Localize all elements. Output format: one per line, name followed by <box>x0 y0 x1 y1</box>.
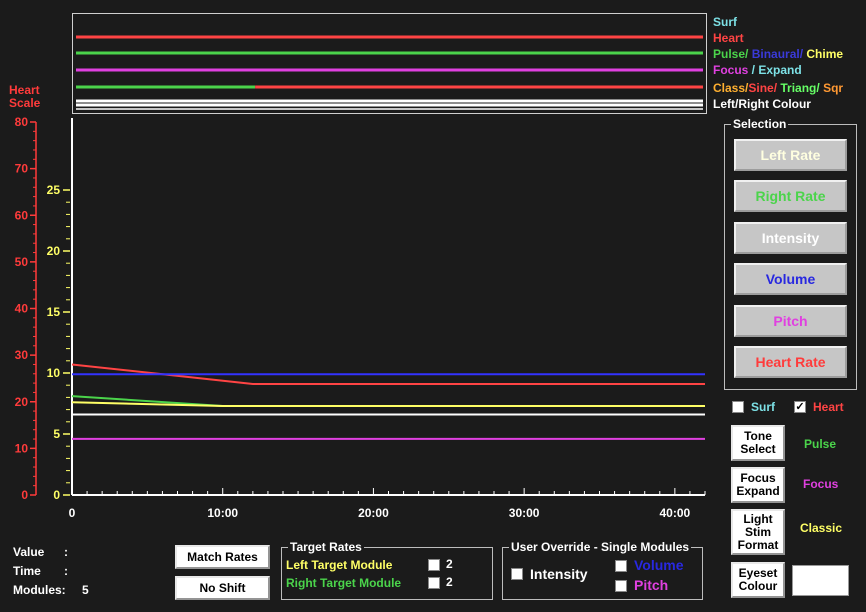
focus-expand-button[interactable]: Focus Expand <box>731 467 785 503</box>
pitch-label: Pitch <box>634 577 669 593</box>
right-target-label: Right Target Module <box>286 576 402 590</box>
selection-button[interactable]: Volume <box>734 263 847 295</box>
selection-button[interactable]: Pitch <box>734 305 847 337</box>
match-rates-button[interactable]: Match Rates <box>175 545 270 569</box>
heart-tick-label: 10 <box>15 441 29 455</box>
surf-checkbox[interactable] <box>732 401 744 413</box>
legend-item: Focus / Expand <box>713 63 802 77</box>
x-tick-label: 20:00 <box>358 506 389 520</box>
volume-label: Volume <box>634 557 684 573</box>
legend-item: Class/Sine/ Triang/ Sqr <box>713 81 843 95</box>
legend-item-part: Sine/ <box>748 81 781 95</box>
right-target-checkbox[interactable] <box>428 577 440 589</box>
target-rates-group <box>281 547 493 600</box>
x-tick-label: 0 <box>69 506 76 520</box>
heart-tick-label: 30 <box>15 348 29 362</box>
modules-value: 5 <box>82 583 89 597</box>
y-tick-label: 5 <box>53 427 60 441</box>
legend-item-part: Class/ <box>713 81 749 95</box>
selection-title: Selection <box>731 117 789 131</box>
surf-label: Surf <box>751 400 775 414</box>
left-target-num: 2 <box>446 557 453 571</box>
focus-value: Focus <box>803 477 839 491</box>
heart-scale-title: Heart Scale <box>9 83 41 110</box>
heart-label: Heart <box>813 400 844 414</box>
y-tick-label: 20 <box>47 244 61 258</box>
heart-tick-label: 50 <box>15 255 29 269</box>
intensity-label: Intensity <box>530 566 588 582</box>
time-label: Time <box>13 564 41 578</box>
left-target-checkbox[interactable] <box>428 559 440 571</box>
heart-tick-label: 80 <box>15 115 29 129</box>
light-stim-format-button[interactable]: Light Stim Format <box>731 509 785 555</box>
target-rates-title: Target Rates <box>288 540 364 554</box>
selection-button[interactable]: Heart Rate <box>734 346 847 378</box>
value-colon: : <box>64 545 68 559</box>
tone-select-button[interactable]: Tone Select <box>731 425 785 461</box>
selection-button[interactable]: Right Rate <box>734 180 847 212</box>
legend-item-part: Triang/ <box>780 81 824 95</box>
heart-tick-label: 20 <box>15 395 29 409</box>
legend-item-part: Binaural/ <box>751 47 807 61</box>
override-title: User Override - Single Modules <box>509 540 692 554</box>
heart-tick-label: 0 <box>21 488 28 502</box>
heart-tick-label: 40 <box>15 302 29 316</box>
legend-item-part: Surf <box>713 15 737 29</box>
y-tick-label: 0 <box>53 488 60 502</box>
eyeset-colour-swatch[interactable] <box>792 565 849 596</box>
heart-tick-label: 70 <box>15 162 29 176</box>
light-value: Classic <box>800 521 843 535</box>
legend-item-part: Chime <box>806 47 844 61</box>
y-tick-label: 10 <box>47 366 61 380</box>
tone-value: Pulse <box>804 437 837 451</box>
no-shift-button[interactable]: No Shift <box>175 576 270 600</box>
legend-item: Surf <box>713 15 737 29</box>
intensity-checkbox[interactable] <box>511 568 523 580</box>
strip-chart <box>76 35 703 110</box>
selection-button[interactable]: Left Rate <box>734 139 847 171</box>
time-colon: : <box>64 564 68 578</box>
legend-item-part: Pulse/ <box>713 47 752 61</box>
heart-checkbox[interactable]: ✓ <box>794 401 806 413</box>
strip-panel <box>72 13 707 114</box>
selection-button[interactable]: Intensity <box>734 222 847 254</box>
y-tick-label: 25 <box>47 183 61 197</box>
legend-item: Pulse/ Binaural/ Chime <box>713 47 843 61</box>
eyeset-colour-button[interactable]: Eyeset Colour <box>731 562 785 598</box>
legend-item: Heart <box>713 31 744 45</box>
left-target-label: Left Target Module <box>286 558 393 572</box>
main-chart: 8070605040302010025201510500 10:00 20:00 30… <box>15 115 706 520</box>
legend-item-part: Left/Right Colour <box>713 97 811 111</box>
y-tick-label: 15 <box>47 305 61 319</box>
legend-item-part: / Expand <box>751 63 802 77</box>
modules-label: Modules: <box>13 583 66 597</box>
value-label: Value <box>13 545 45 559</box>
x-tick-label: 10:00 <box>207 506 238 520</box>
x-tick-label: 30:00 <box>509 506 540 520</box>
right-target-num: 2 <box>446 575 453 589</box>
x-tick-label: 40:00 <box>660 506 691 520</box>
heart-tick-label: 60 <box>15 208 29 222</box>
pitch-checkbox[interactable] <box>615 580 627 592</box>
legend-item-part: Focus <box>713 63 752 77</box>
volume-checkbox[interactable] <box>615 560 627 572</box>
legend-item-part: Sqr <box>823 81 844 95</box>
legend-item: Left/Right Colour <box>713 97 811 111</box>
legend-item-part: Heart <box>713 31 744 45</box>
